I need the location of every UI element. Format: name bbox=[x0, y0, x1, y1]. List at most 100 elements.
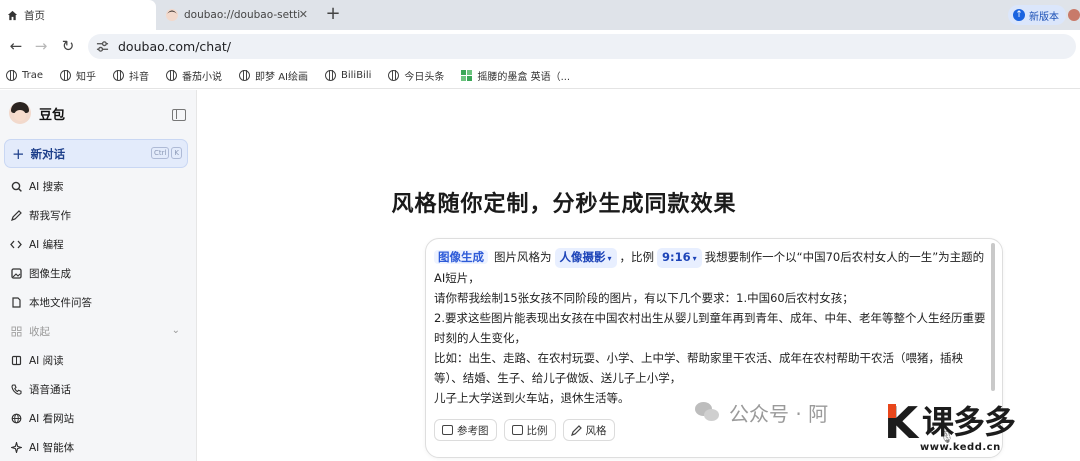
url-text: doubao.com/chat/ bbox=[118, 39, 231, 54]
file-icon bbox=[10, 296, 22, 308]
web-icon bbox=[10, 412, 22, 424]
prompt-text: 儿子上大学送到火车站，退休生活等。 bbox=[434, 391, 630, 405]
sidebar-item-label: 语音通话 bbox=[29, 383, 71, 396]
globe-icon bbox=[166, 70, 178, 81]
back-button[interactable]: ← bbox=[6, 36, 26, 56]
shortcut-hint: Ctrl K bbox=[149, 147, 182, 159]
bookmark-label: BiliBili bbox=[341, 70, 372, 81]
bookmark-zhihu[interactable]: 知乎 bbox=[60, 68, 96, 83]
sidebar-item-label: AI 编程 bbox=[29, 238, 64, 251]
tool-label: 比例 bbox=[526, 424, 548, 437]
prompt-text: 我想要制作一个以“中国70后农村女人的一生”为主题的 bbox=[704, 250, 985, 264]
style-select[interactable]: 人像摄影 ▾ bbox=[554, 248, 617, 268]
bookmark-label: 抖音 bbox=[129, 72, 150, 83]
bookmark-fanqie[interactable]: 番茄小说 bbox=[166, 68, 222, 83]
wechat-watermark: 公众号 · 阿 bbox=[695, 398, 828, 427]
sidebar-item-coding[interactable]: AI 编程 bbox=[10, 234, 186, 254]
sidebar-item-writing[interactable]: 帮我写作 bbox=[10, 205, 186, 225]
style-prefix: 图片风格为 bbox=[494, 250, 552, 264]
address-bar[interactable]: doubao.com/chat/ bbox=[88, 34, 1076, 59]
sidebar-item-label: 收起 bbox=[29, 325, 50, 338]
update-browser-button[interactable]: ↑ 新版本 bbox=[1008, 5, 1066, 25]
sidebar-collapse-more[interactable]: 收起 ⌄ bbox=[10, 321, 186, 341]
bookmark-label: 今日头条 bbox=[404, 72, 445, 83]
ratio-select[interactable]: 9:16 ▾ bbox=[657, 248, 702, 268]
globe-icon bbox=[388, 70, 400, 81]
plus-icon: + bbox=[12, 144, 25, 163]
ratio-value: 9:16 bbox=[662, 250, 691, 264]
wechat-icon bbox=[695, 401, 721, 424]
bookmark-label: 即梦 AI绘画 bbox=[255, 72, 308, 83]
tab-home[interactable]: 首页 bbox=[0, 0, 156, 30]
style-button[interactable]: 风格 bbox=[562, 419, 615, 441]
kedd-logo: K bbox=[884, 398, 919, 449]
new-chat-button[interactable]: + 新对话 Ctrl K bbox=[4, 139, 188, 168]
globe-icon bbox=[60, 70, 72, 81]
tool-label: 风格 bbox=[585, 424, 607, 437]
skill-tag[interactable]: 图像生成 bbox=[434, 250, 488, 264]
home-icon bbox=[6, 9, 18, 21]
sidebar-item-reading[interactable]: AI 阅读 bbox=[10, 350, 186, 370]
composer-scrollbar[interactable] bbox=[991, 243, 995, 391]
bookmark-toutiao[interactable]: 今日头条 bbox=[388, 68, 444, 83]
sidebar-item-agents[interactable]: AI 智能体 bbox=[10, 437, 186, 457]
tab-doubao-settings[interactable]: doubao://doubao-setti ✕ bbox=[160, 0, 316, 30]
bookmark-bilibili[interactable]: BiliBili bbox=[325, 70, 371, 81]
new-chat-label: 新对话 bbox=[30, 146, 66, 161]
globe-icon bbox=[325, 70, 336, 81]
caret-down-icon: ▾ bbox=[692, 254, 697, 263]
wechat-watermark-text: 公众号 · 阿 bbox=[729, 402, 829, 426]
globe-icon bbox=[6, 70, 17, 81]
prompt-text: AI短片， bbox=[434, 271, 480, 285]
brush-icon bbox=[570, 424, 582, 436]
style-value: 人像摄影 bbox=[559, 250, 606, 264]
sidebar-item-label: AI 看网站 bbox=[29, 412, 75, 425]
image-icon bbox=[10, 267, 22, 279]
profile-avatar[interactable] bbox=[1068, 9, 1080, 21]
sidebar-toggle-icon[interactable] bbox=[172, 109, 186, 121]
close-icon[interactable]: ✕ bbox=[299, 9, 308, 21]
prompt-input[interactable]: 图像生成 图片风格为 人像摄影 ▾ ，比例 9:16 ▾ 我想要制作一个以“中国70后农村女人… bbox=[434, 247, 986, 408]
kedd-name: 课多多 bbox=[922, 403, 1016, 441]
bookmark-label: 知乎 bbox=[76, 72, 97, 83]
bookmark-label: 摇腰的墨盒 英语（... bbox=[477, 72, 571, 83]
sidebar-item-web[interactable]: AI 看网站 bbox=[10, 408, 186, 428]
update-label: 新版本 bbox=[1029, 11, 1059, 23]
prompt-text: 2.要求这些图片能表现出女孩在中国农村出生从婴儿到童年再到青年、成年、中年、老年… bbox=[434, 311, 986, 345]
chevron-down-icon: ⌄ bbox=[171, 325, 180, 336]
new-tab-button[interactable]: + bbox=[322, 4, 344, 26]
pen-icon bbox=[10, 209, 22, 221]
prompt-text: 请你帮我绘制15张女孩不同阶段的图片，有以下几个要求：1.中国60后农村女孩； bbox=[434, 291, 854, 305]
tab-label: 首页 bbox=[24, 9, 45, 22]
phone-icon bbox=[10, 383, 22, 395]
sidebar-item-label: AI 智能体 bbox=[29, 441, 75, 454]
sidebar-item-label: 图像生成 bbox=[29, 267, 71, 280]
ratio-button[interactable]: 比例 bbox=[503, 419, 556, 441]
app-icon bbox=[461, 70, 473, 81]
sidebar-item-voice-call[interactable]: 语音通话 bbox=[10, 379, 186, 399]
browser-tab-strip: 首页 doubao://doubao-setti ✕ + ↑ 新版本 bbox=[0, 0, 1080, 30]
bookmarks-bar: Trae 知乎 抖音 番茄小说 即梦 AI绘画 BiliBili 今日头条 摇腰… bbox=[0, 63, 1080, 89]
reference-image-button[interactable]: 参考图 bbox=[434, 419, 497, 441]
bookmark-label: Trae bbox=[22, 70, 44, 81]
sidebar-item-local-files[interactable]: 本地文件问答 bbox=[10, 292, 186, 312]
kedd-watermark: K 课多多 www.kedd.cn bbox=[884, 402, 1080, 461]
shortcut-key: K bbox=[171, 147, 182, 159]
arrow-up-icon: ↑ bbox=[1013, 9, 1025, 21]
bookmark-english[interactable]: 摇腰的墨盒 英语（... bbox=[461, 68, 570, 83]
sparkle-icon bbox=[10, 441, 22, 453]
sidebar-item-label: 帮我写作 bbox=[29, 209, 71, 222]
bookmark-douyin[interactable]: 抖音 bbox=[113, 68, 149, 83]
bookmark-trae[interactable]: Trae bbox=[6, 70, 43, 81]
reload-button[interactable]: ↻ bbox=[58, 36, 78, 56]
doubao-avatar-icon bbox=[166, 9, 178, 21]
sidebar-item-image-gen[interactable]: 图像生成 bbox=[10, 263, 186, 283]
site-settings-icon[interactable] bbox=[96, 40, 110, 54]
forward-button[interactable]: → bbox=[31, 36, 51, 56]
page-title-text: 风格随你定制，分秒生成同款效果 bbox=[391, 192, 737, 217]
kedd-url: www.kedd.cn bbox=[920, 442, 1001, 453]
sidebar-item-ai-search[interactable]: AI 搜索 bbox=[10, 176, 186, 196]
bookmark-jimeng[interactable]: 即梦 AI绘画 bbox=[239, 68, 308, 83]
tab-label: doubao://doubao-setti bbox=[184, 9, 301, 21]
globe-icon bbox=[113, 70, 125, 81]
